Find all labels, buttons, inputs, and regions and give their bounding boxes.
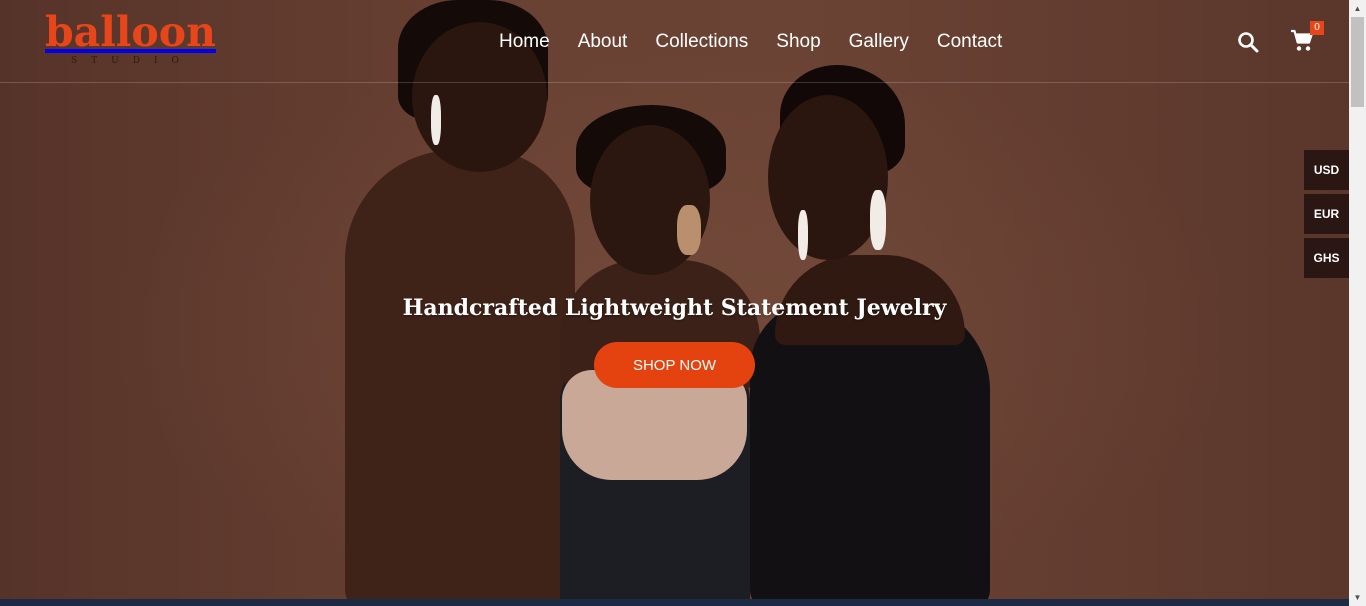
earring-left bbox=[431, 95, 441, 145]
nav-collections[interactable]: Collections bbox=[655, 30, 748, 54]
brand-name: balloon bbox=[45, 8, 216, 56]
shop-now-button[interactable]: SHOP NOW bbox=[594, 342, 755, 388]
search-icon[interactable] bbox=[1237, 31, 1259, 53]
brand-subtitle: STUDIO bbox=[71, 56, 193, 66]
next-section-edge bbox=[0, 599, 1349, 606]
earring-right-b bbox=[798, 210, 808, 260]
nav-home[interactable]: Home bbox=[499, 30, 550, 54]
model-left-dress bbox=[345, 150, 575, 599]
earring-right-a bbox=[870, 190, 886, 250]
currency-ghs[interactable]: GHS bbox=[1304, 238, 1349, 278]
nav-gallery[interactable]: Gallery bbox=[849, 30, 909, 54]
currency-eur[interactable]: EUR bbox=[1304, 194, 1349, 234]
earring-middle bbox=[677, 205, 701, 255]
nav-shop[interactable]: Shop bbox=[776, 30, 820, 54]
scroll-down-arrow-icon[interactable]: ▼ bbox=[1349, 589, 1366, 606]
scroll-thumb[interactable] bbox=[1351, 17, 1364, 107]
site-header: balloon STUDIO Home About Collections Sh… bbox=[0, 0, 1349, 83]
nav-about[interactable]: About bbox=[578, 30, 628, 54]
cart-count-badge: 0 bbox=[1310, 21, 1324, 35]
scroll-up-arrow-icon[interactable]: ▲ bbox=[1349, 0, 1366, 17]
page-scrollbar[interactable]: ▲ ▼ bbox=[1349, 0, 1366, 606]
brand-logo[interactable]: balloon STUDIO bbox=[45, 8, 230, 70]
currency-usd[interactable]: USD bbox=[1304, 150, 1349, 190]
main-nav: Home About Collections Shop Gallery Cont… bbox=[499, 30, 1002, 54]
nav-contact[interactable]: Contact bbox=[937, 30, 1002, 54]
hero-headline: Handcrafted Lightweight Statement Jewelr… bbox=[402, 295, 947, 321]
